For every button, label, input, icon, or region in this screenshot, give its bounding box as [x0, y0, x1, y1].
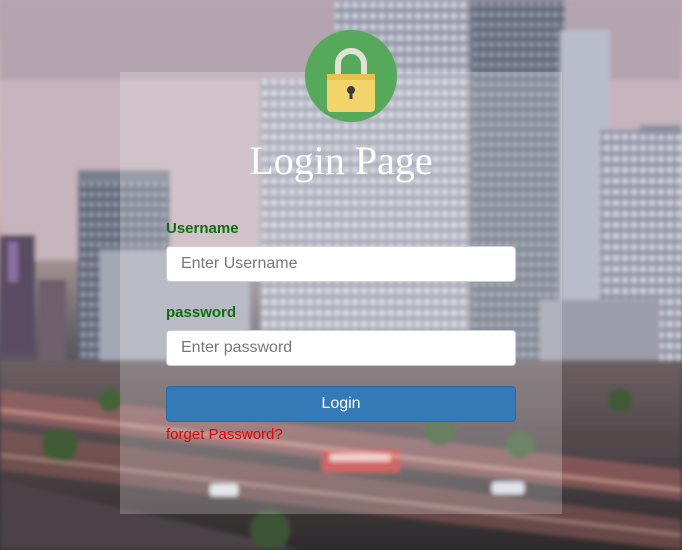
forget-password-link[interactable]: forget Password?	[166, 426, 283, 443]
padlock-icon	[327, 48, 375, 112]
password-label: password	[166, 304, 237, 321]
username-input[interactable]	[166, 246, 516, 282]
page-title: Login Page	[249, 138, 433, 183]
username-label: Username	[166, 220, 239, 237]
password-input[interactable]	[166, 330, 516, 366]
login-button[interactable]: Login	[166, 386, 516, 422]
lock-badge	[305, 30, 397, 122]
